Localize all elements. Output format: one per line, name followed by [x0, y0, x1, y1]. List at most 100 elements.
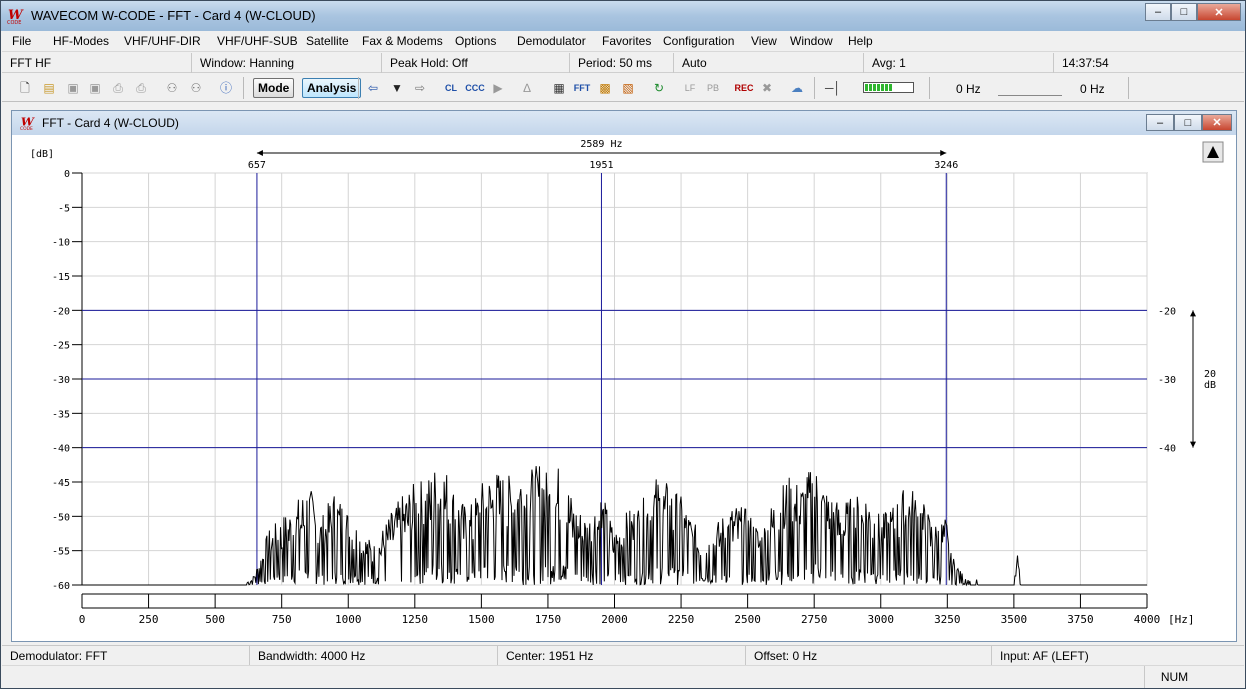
menu-vhf-uhf-dir[interactable]: VHF/UHF-DIR [124, 34, 201, 48]
rec-button[interactable]: REC [733, 79, 755, 97]
forward-arrow-icon[interactable]: ⇨ [411, 79, 429, 97]
y-tick-label: -45 [52, 478, 70, 489]
svg-text:CODE: CODE [20, 126, 33, 131]
freq-tuning-slider[interactable] [998, 80, 1062, 96]
scroll-up-button[interactable] [1202, 141, 1224, 163]
menu-view[interactable]: View [751, 34, 777, 48]
status-bar: Demodulator: FFT Bandwidth: 4000 Hz Cent… [2, 645, 1244, 666]
bracket-up-arrow-icon [1190, 310, 1196, 317]
mode-button[interactable]: Mode [253, 78, 295, 98]
close-icon: ✕ [1214, 6, 1224, 19]
open-folder-icon[interactable]: ▤ [40, 79, 58, 97]
maximize-button[interactable]: □ [1171, 3, 1197, 21]
y-tick-label: -55 [52, 547, 70, 558]
right-scale-label: -20 [1158, 306, 1176, 317]
status-bar-secondary: NUM [2, 665, 1244, 688]
info-mode: FFT HF [2, 53, 192, 73]
fft-chart[interactable]: 0 250 500 750 1000 1250 1500 1750 2000 2250 2500 27… [12, 135, 1236, 641]
caption-buttons: – □ ✕ [1145, 3, 1241, 21]
right-db-scale: -20 -30 -40 20dB [1158, 306, 1216, 454]
menu-demodulator[interactable]: Demodulator [517, 34, 586, 48]
menu-hf-modes[interactable]: HF-Modes [53, 34, 109, 48]
y-tick-label: -30 [52, 375, 70, 386]
help-icon[interactable]: ⓘ [217, 79, 235, 97]
right-scale-label: -30 [1158, 375, 1176, 386]
analysis-button[interactable]: Analysis [302, 78, 362, 98]
print-icon[interactable]: ⎙ [109, 79, 127, 97]
x-tick-label: 750 [272, 613, 292, 626]
child-minimize-button[interactable]: – [1146, 114, 1174, 131]
right-scale-unit: dB [1204, 380, 1216, 391]
marker-label-right: 3246 [934, 160, 958, 171]
save-all-icon[interactable]: ▣ [86, 79, 104, 97]
title-bar[interactable]: W CODE WAVECOM W-CODE - FFT - Card 4 (W-… [1, 1, 1245, 31]
pattern-icon[interactable]: ▧ [619, 79, 637, 97]
print-preview-icon[interactable]: ⎙ [132, 79, 150, 97]
num-lock-indicator: NUM [1144, 666, 1204, 688]
x-tick-label: 2250 [668, 613, 695, 626]
child-caption-buttons: – □ ✕ [1146, 114, 1232, 131]
fft-button[interactable]: FFT [571, 79, 593, 97]
new-file-icon[interactable]: 🗋 [16, 79, 34, 97]
menu-configuration[interactable]: Configuration [663, 34, 734, 48]
marker-label-left: 657 [248, 160, 266, 171]
freq-left-readout: 0 Hz [956, 82, 981, 96]
menu-help[interactable]: Help [848, 34, 873, 48]
child-maximize-button[interactable]: □ [1174, 114, 1202, 131]
y-tick-label: -60 [52, 581, 70, 592]
span-label: 2589 Hz [580, 139, 622, 150]
toolbar: 🗋 ▤ ▣ ▣ ⎙ ⎙ ⚇ ⚇ ⓘ Mode Analysis ⇦ ▼ ⇨ CL… [2, 74, 1244, 102]
y-tick-label: -35 [52, 409, 70, 420]
close-button[interactable]: ✕ [1197, 3, 1241, 21]
back-arrow-icon[interactable]: ⇦ [364, 79, 382, 97]
child-close-button[interactable]: ✕ [1202, 114, 1232, 131]
menu-satellite[interactable]: Satellite [306, 34, 349, 48]
maximize-icon: □ [1184, 116, 1192, 129]
menu-window[interactable]: Window [790, 34, 833, 48]
info-avg: Avg: 1 [864, 53, 1054, 73]
lf-button[interactable]: LF [680, 79, 700, 97]
find-next-icon[interactable]: ⚇ [187, 79, 205, 97]
x-tick-label: 1500 [468, 613, 495, 626]
info-window: Window: Hanning [192, 53, 382, 73]
antenna-icon[interactable]: ∆ [518, 79, 536, 97]
toolbar-separator [814, 77, 815, 99]
pb-button[interactable]: PB [703, 79, 723, 97]
x-tick-label: 2000 [601, 613, 628, 626]
play-icon[interactable]: ▶ [489, 79, 507, 97]
cloud-icon[interactable]: ☁ [788, 79, 806, 97]
ccc-button[interactable]: CCC [463, 79, 487, 97]
cl-button[interactable]: CL [440, 79, 462, 97]
speaker-mute-icon[interactable]: ✖ [758, 79, 776, 97]
wavecom-logo-icon: W CODE [20, 115, 35, 131]
freq-right-readout: 0 Hz [1080, 82, 1105, 96]
child-title-bar[interactable]: W CODE FFT - Card 4 (W-CLOUD) – □ ✕ [12, 111, 1236, 135]
menu-options[interactable]: Options [455, 34, 496, 48]
menu-file[interactable]: File [12, 34, 31, 48]
marker-label-center: 1951 [589, 160, 613, 171]
refresh-icon[interactable]: ↻ [650, 79, 668, 97]
menu-favorites[interactable]: Favorites [602, 34, 651, 48]
x-tick-label: 4000 [1134, 613, 1161, 626]
right-scale-label: -40 [1158, 444, 1176, 455]
window-title: WAVECOM W-CODE - FFT - Card 4 (W-CLOUD) [31, 8, 316, 23]
y-tick-label: -25 [52, 341, 70, 352]
grid-icon[interactable]: ▩ [596, 79, 614, 97]
span-arrow-left-icon [256, 150, 263, 156]
minimize-icon: – [1154, 6, 1162, 18]
binoculars-icon[interactable]: ⚇ [163, 79, 181, 97]
y-tick-label: -50 [52, 512, 70, 523]
slider-icon[interactable]: ─│ [824, 79, 842, 97]
minimize-button[interactable]: – [1145, 3, 1171, 21]
wavecom-logo-icon: W CODE [7, 8, 24, 25]
save-icon[interactable]: ▣ [64, 79, 82, 97]
fft-plot-area[interactable]: 0 250 500 750 1000 1250 1500 1750 2000 2250 2500 27… [12, 135, 1236, 641]
menu-vhf-uhf-sub[interactable]: VHF/UHF-SUB [217, 34, 298, 48]
chip-icon[interactable]: ▦ [550, 79, 568, 97]
menu-fax-modems[interactable]: Fax & Modems [362, 34, 443, 48]
info-peak-hold: Peak Hold: Off [382, 53, 570, 73]
dropdown-arrow-icon[interactable]: ▼ [388, 79, 406, 97]
bracket-down-arrow-icon [1190, 441, 1196, 448]
x-tick-label: 1750 [535, 613, 562, 626]
main-window: W CODE WAVECOM W-CODE - FFT - Card 4 (W-… [0, 0, 1246, 689]
